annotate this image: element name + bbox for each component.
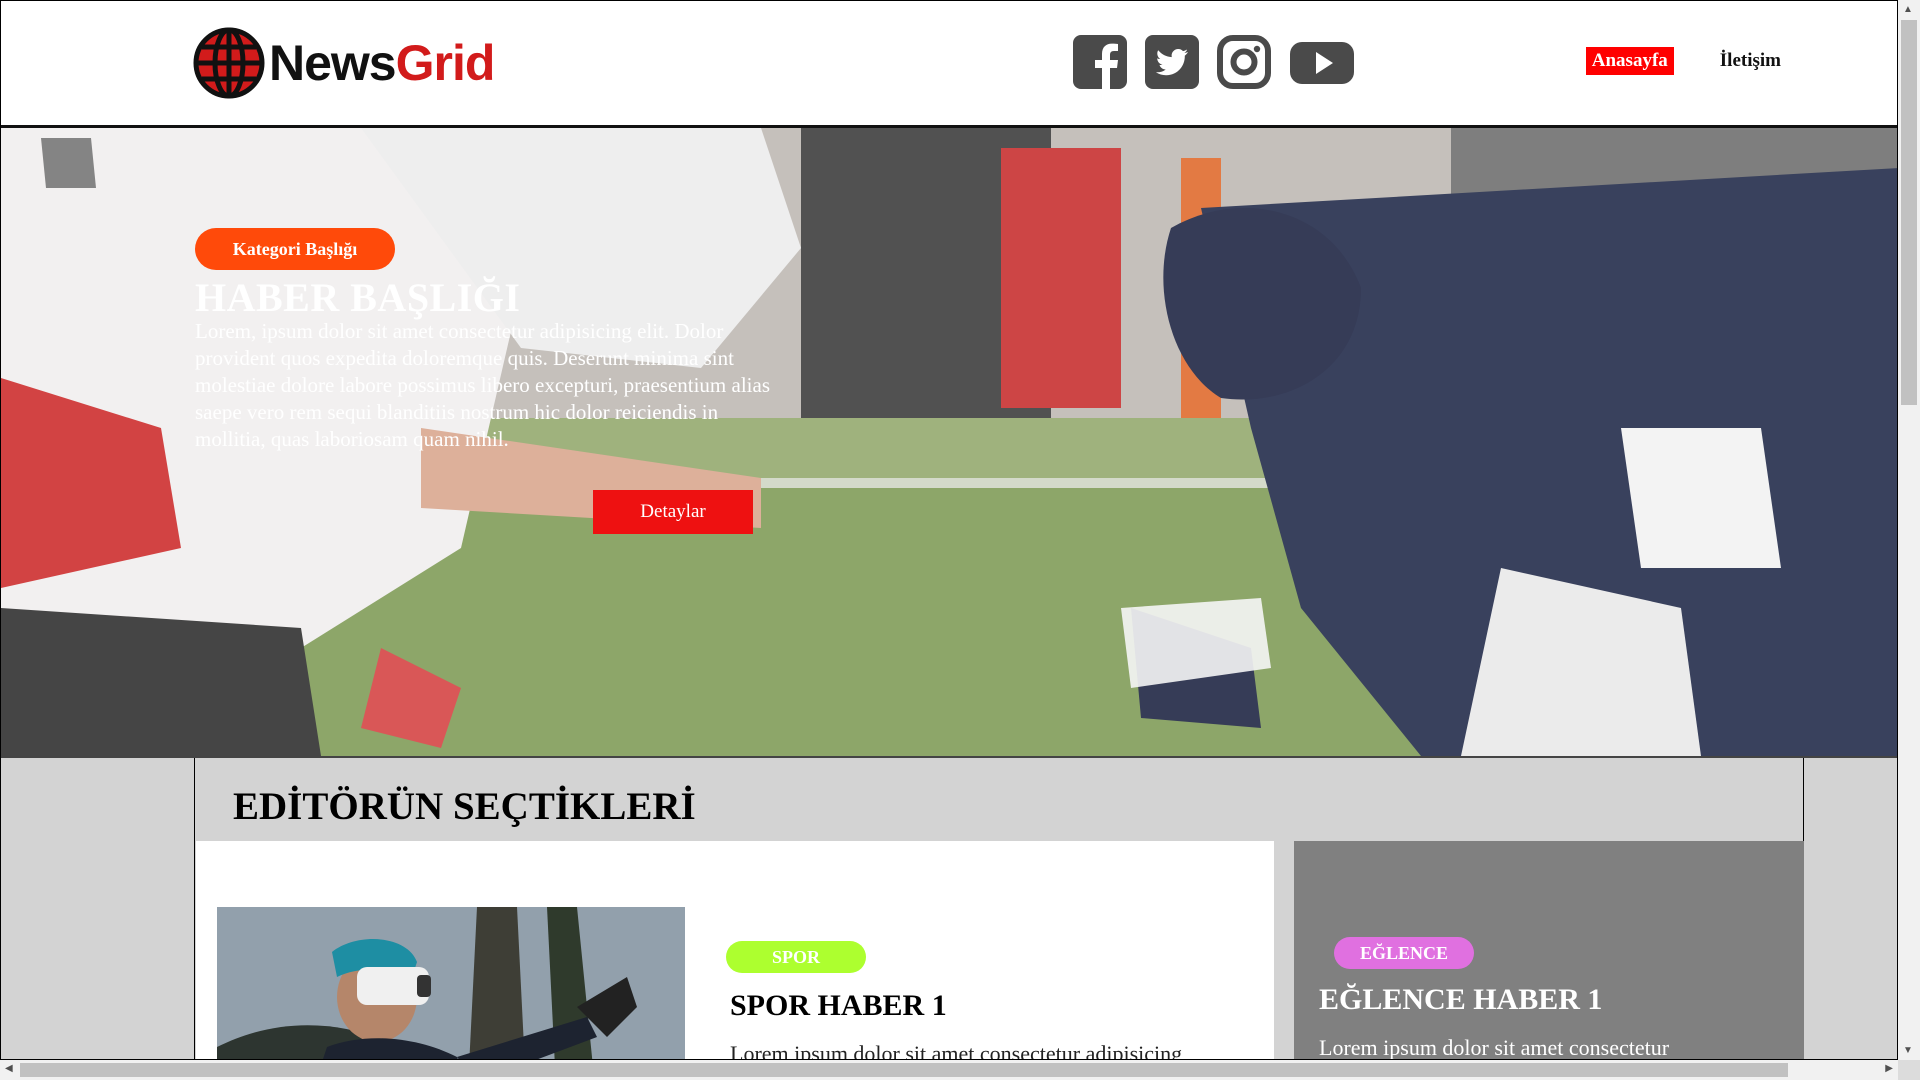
main-nav: Anasayfa İletişim [1585,47,1781,75]
details-button[interactable]: Detaylar [593,490,753,534]
social-links [1073,35,1355,89]
entertainment-tag[interactable]: EĞLENCE [1334,937,1474,969]
facebook-icon[interactable] [1073,35,1127,89]
nav-home-link[interactable]: Anasayfa [1585,47,1674,75]
scrollbar-corner [1898,1060,1920,1080]
news-card-main[interactable]: SPOR SPOR HABER 1 Lorem ipsum dolor sit … [196,841,1274,1060]
news-card-title[interactable]: SPOR HABER 1 [730,989,947,1023]
vr-headset-photo [217,907,685,1059]
globe-icon [193,27,265,99]
news-card-image[interactable] [217,907,685,1059]
youtube-icon[interactable] [1289,35,1355,89]
hero-title: HABER BAŞLIĞI [195,275,521,320]
scroll-right-icon[interactable]: ▶ [1885,1063,1893,1074]
scroll-down-icon[interactable]: ▼ [1903,1045,1913,1056]
horizontal-scrollbar[interactable]: ◀ ▶ [0,1060,1898,1080]
logo-text-news: News [269,35,397,91]
scroll-left-icon[interactable]: ◀ [5,1063,13,1074]
horizontal-scroll-thumb[interactable] [20,1063,1788,1077]
news-card-side-text: Lorem ipsum dolor sit amet consectetur [1319,1035,1670,1060]
vertical-scrollbar[interactable]: ▲ ▼ [1898,0,1920,1060]
nav-contact-link[interactable]: İletişim [1720,50,1781,72]
category-badge[interactable]: Kategori Başlığı [195,228,395,270]
instagram-icon[interactable] [1217,35,1271,89]
news-card-side-title[interactable]: EĞLENCE HABER 1 [1319,983,1602,1017]
hero-banner: Kategori Başlığı HABER BAŞLIĞI Lorem, ip… [1,128,1897,756]
editor-picks-section: EDİTÖRÜN SEÇTİKLERİ SPOR SPOR HABER 1 Lo… [194,758,1804,1060]
logo-text-grid: Grid [395,35,496,91]
news-card-text: Lorem ipsum dolor sit amet consectetur a… [730,1041,1183,1060]
hero-text: Lorem, ipsum dolor sit amet consectetur … [195,319,770,451]
twitter-icon[interactable] [1145,35,1199,89]
vertical-scroll-thumb[interactable] [1901,20,1917,405]
scroll-up-icon[interactable]: ▲ [1903,4,1913,15]
logo-text: NewsGrid [269,34,496,92]
sport-tag[interactable]: SPOR [726,941,866,973]
logo[interactable]: NewsGrid [193,27,496,99]
news-card-side[interactable]: EĞLENCE EĞLENCE HABER 1 Lorem ipsum dolo… [1294,841,1804,1060]
page: NewsGrid Anasayfa İletişim Kategori Başl… [0,0,1898,1060]
site-header: NewsGrid Anasayfa İletişim [1,1,1897,128]
section-title: EDİTÖRÜN SEÇTİKLERİ [233,785,696,828]
